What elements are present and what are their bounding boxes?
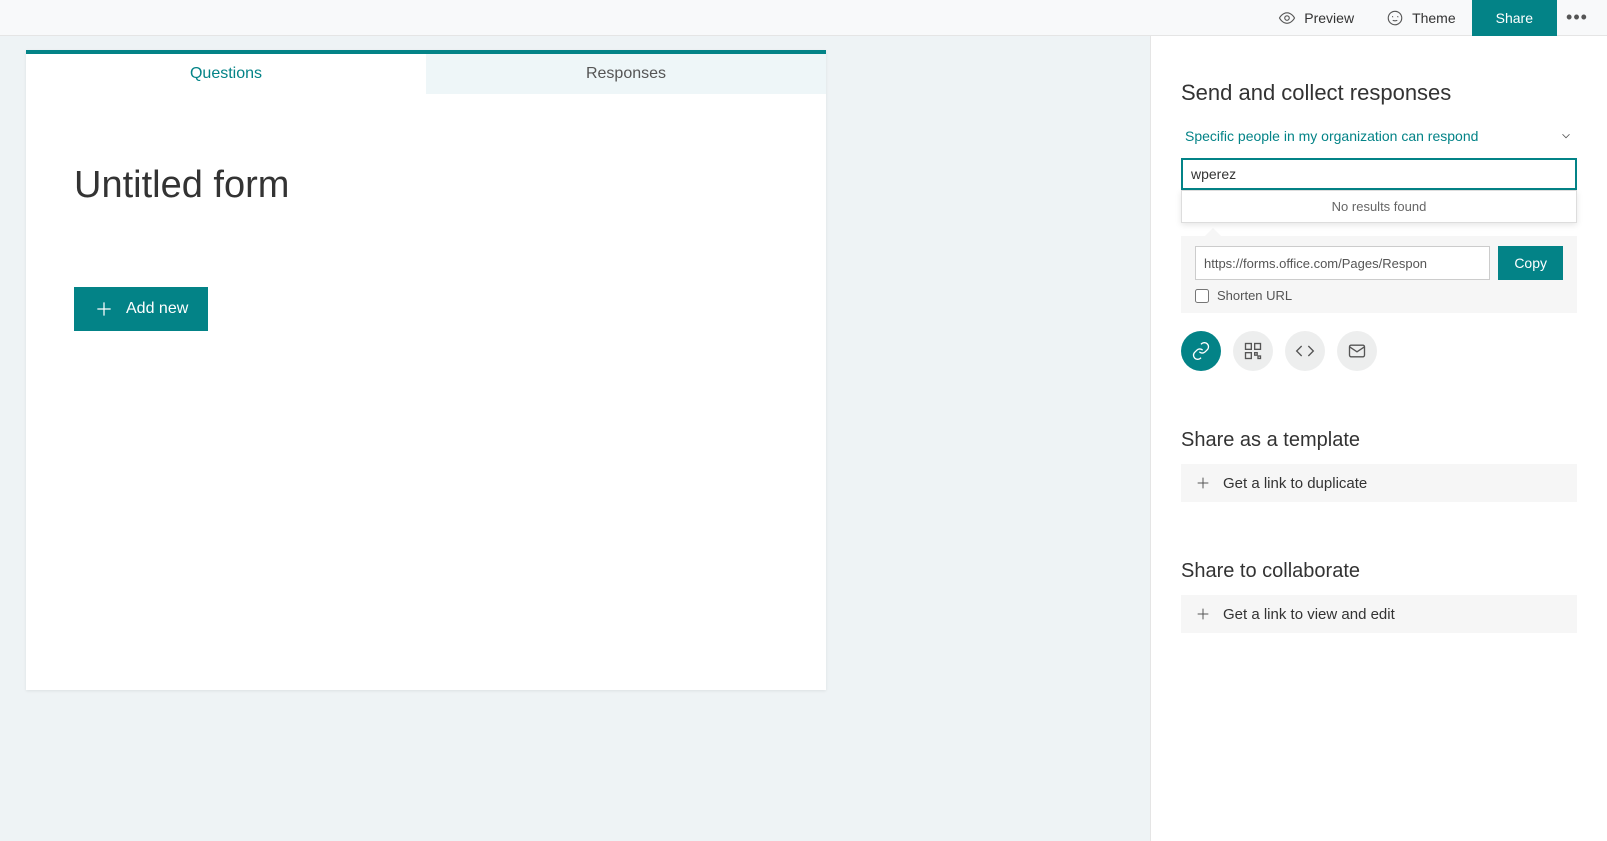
plus-icon xyxy=(1195,475,1211,491)
add-new-label: Add new xyxy=(126,300,188,318)
share-button[interactable]: Share xyxy=(1472,0,1557,36)
share-url-section: Copy Shorten URL xyxy=(1181,236,1577,313)
permission-dropdown[interactable]: Specific people in my organization can r… xyxy=(1181,122,1577,150)
qr-icon xyxy=(1243,341,1263,361)
plus-icon xyxy=(94,299,114,319)
preview-button[interactable]: Preview xyxy=(1262,0,1370,36)
theme-button[interactable]: Theme xyxy=(1370,0,1472,36)
share-link-button[interactable] xyxy=(1181,331,1221,371)
people-search-wrapper: No results found xyxy=(1181,150,1577,190)
collab-link-label: Get a link to view and edit xyxy=(1223,606,1395,623)
preview-icon xyxy=(1278,9,1296,27)
template-heading: Share as a template xyxy=(1181,429,1577,452)
plus-icon xyxy=(1195,606,1211,622)
search-results-dropdown: No results found xyxy=(1181,190,1577,223)
form-body: Untitled form Add new xyxy=(26,94,826,355)
more-button[interactable]: ••• xyxy=(1557,0,1597,36)
permission-label: Specific people in my organization can r… xyxy=(1185,128,1478,144)
chevron-down-icon xyxy=(1559,129,1573,143)
template-link-label: Get a link to duplicate xyxy=(1223,475,1367,492)
share-embed-button[interactable] xyxy=(1285,331,1325,371)
share-email-button[interactable] xyxy=(1337,331,1377,371)
embed-icon xyxy=(1295,341,1315,361)
people-search-input[interactable] xyxy=(1181,158,1577,190)
share-url-input[interactable] xyxy=(1195,246,1490,280)
share-method-row xyxy=(1181,331,1577,371)
email-icon xyxy=(1347,341,1367,361)
shorten-url-checkbox[interactable] xyxy=(1195,289,1209,303)
get-collab-link-button[interactable]: Get a link to view and edit xyxy=(1181,595,1577,633)
collab-heading: Share to collaborate xyxy=(1181,560,1577,583)
topbar: Preview Theme Share ••• xyxy=(0,0,1607,36)
preview-label: Preview xyxy=(1304,10,1354,26)
form-canvas: Questions Responses Untitled form Add ne… xyxy=(26,50,826,690)
no-results-text: No results found xyxy=(1332,199,1427,214)
tab-responses-label: Responses xyxy=(586,65,666,83)
tab-responses[interactable]: Responses xyxy=(426,54,826,94)
theme-label: Theme xyxy=(1412,10,1456,26)
shorten-url-label: Shorten URL xyxy=(1217,288,1292,303)
get-duplicate-link-button[interactable]: Get a link to duplicate xyxy=(1181,464,1577,502)
tab-row: Questions Responses xyxy=(26,50,826,94)
share-label: Share xyxy=(1496,10,1533,26)
panel-heading: Send and collect responses xyxy=(1181,80,1577,106)
ellipsis-icon: ••• xyxy=(1566,7,1588,28)
theme-icon xyxy=(1386,9,1404,27)
form-title[interactable]: Untitled form xyxy=(74,164,778,207)
tab-questions-label: Questions xyxy=(190,65,262,83)
copy-button[interactable]: Copy xyxy=(1498,246,1563,280)
share-panel: Send and collect responses Specific peop… xyxy=(1150,36,1607,841)
tab-questions[interactable]: Questions xyxy=(26,54,426,94)
share-qr-button[interactable] xyxy=(1233,331,1273,371)
add-new-button[interactable]: Add new xyxy=(74,287,208,331)
link-icon xyxy=(1191,341,1211,361)
